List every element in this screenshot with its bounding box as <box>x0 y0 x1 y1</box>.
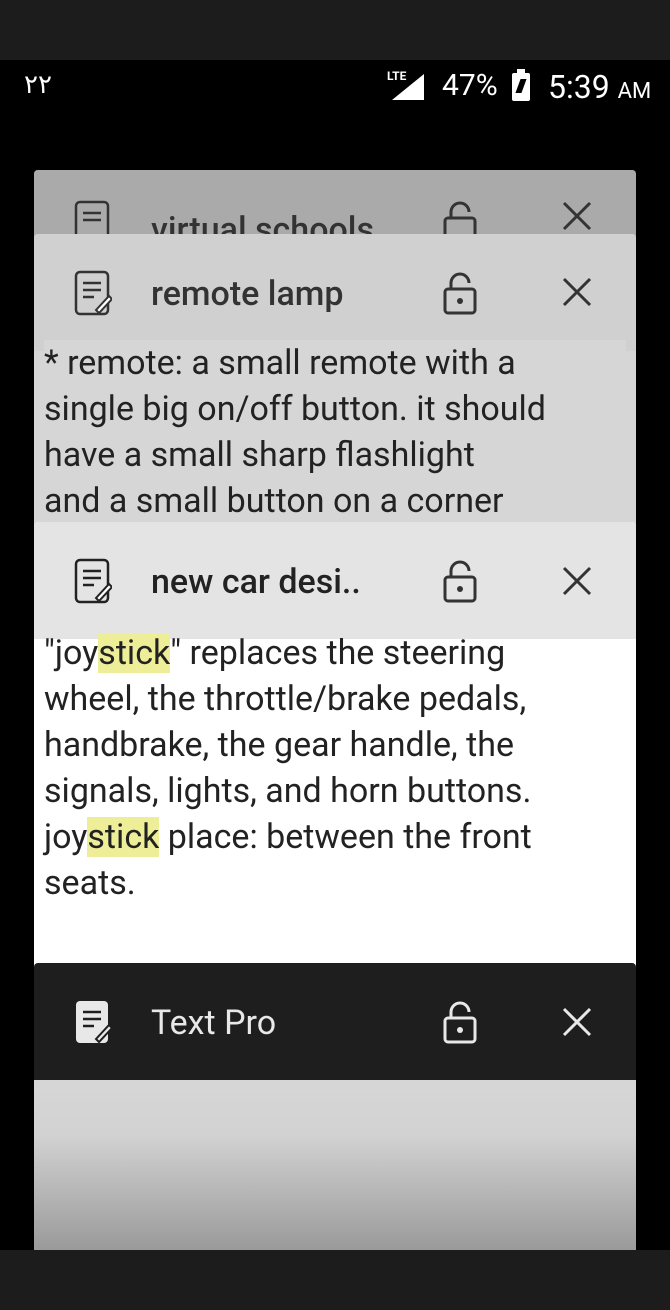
card-header: new car desi.. <box>34 522 636 639</box>
recent-card-remote-lamp[interactable]: remote lamp * remote: a small remote wit… <box>34 234 636 534</box>
preview-line: single big on/off button. it should <box>44 389 546 429</box>
recent-card-text-pro[interactable]: Text Pro <box>34 963 636 1250</box>
card-title: remote lamp <box>151 274 344 314</box>
preview-line: have a small sharp flashlight <box>44 435 475 475</box>
card-title: new car desi.. <box>151 562 361 602</box>
battery-charging-icon <box>512 69 530 101</box>
note-icon <box>74 270 112 316</box>
navigation-bar <box>0 1250 670 1310</box>
text-run: joy <box>44 817 88 857</box>
unlock-icon[interactable] <box>442 559 478 603</box>
card-preview-text: "joystick" replaces the steering wheel, … <box>44 630 626 906</box>
note-icon <box>76 1001 112 1044</box>
clock-ampm: AM <box>617 79 652 104</box>
card-header: remote lamp <box>34 234 636 351</box>
search-highlight: stick <box>98 633 171 673</box>
close-icon[interactable] <box>561 1006 593 1038</box>
close-icon[interactable] <box>561 565 593 597</box>
text-run: " replaces the steering <box>170 633 506 673</box>
unlock-icon[interactable] <box>442 1000 478 1044</box>
preview-line: seats. <box>44 863 136 903</box>
text-run: place: between the front <box>159 817 532 857</box>
clock: 5:39 AM <box>548 68 651 106</box>
card-preview-text: * remote: a small remote with a single b… <box>44 340 626 524</box>
card-title: Text Pro <box>151 1003 277 1043</box>
preview-line: * remote: a small remote with a <box>44 343 516 383</box>
signal-icon <box>392 74 424 100</box>
note-icon <box>74 558 112 604</box>
preview-line: "joystick" replaces the steering <box>44 630 626 676</box>
unlock-icon[interactable] <box>442 271 478 315</box>
preview-line: joystick place: between the front <box>44 814 626 860</box>
preview-line: wheel, the throttle/brake pedals, <box>44 679 527 719</box>
battery-percentage: 47% <box>442 68 498 103</box>
clock-time: 5:39 <box>548 68 610 106</box>
close-icon[interactable] <box>561 276 593 308</box>
preview-line: signals, lights, and horn buttons. <box>44 771 532 811</box>
preview-line: handbrake, the gear handle, the <box>44 725 515 765</box>
status-left-text: ٢٢ <box>24 70 52 100</box>
text-run: "joy <box>44 633 99 673</box>
search-highlight: stick <box>87 817 160 857</box>
preview-line: and a small button on a corner <box>44 481 504 521</box>
status-bar: ٢٢ LTE 47% 5:39 AM <box>0 60 670 116</box>
recent-card-new-car-design[interactable]: new car desi.. "joystick" replaces the s… <box>34 522 636 982</box>
close-icon[interactable] <box>561 200 593 232</box>
top-system-bar <box>0 0 670 60</box>
card-header: Text Pro <box>34 963 636 1080</box>
